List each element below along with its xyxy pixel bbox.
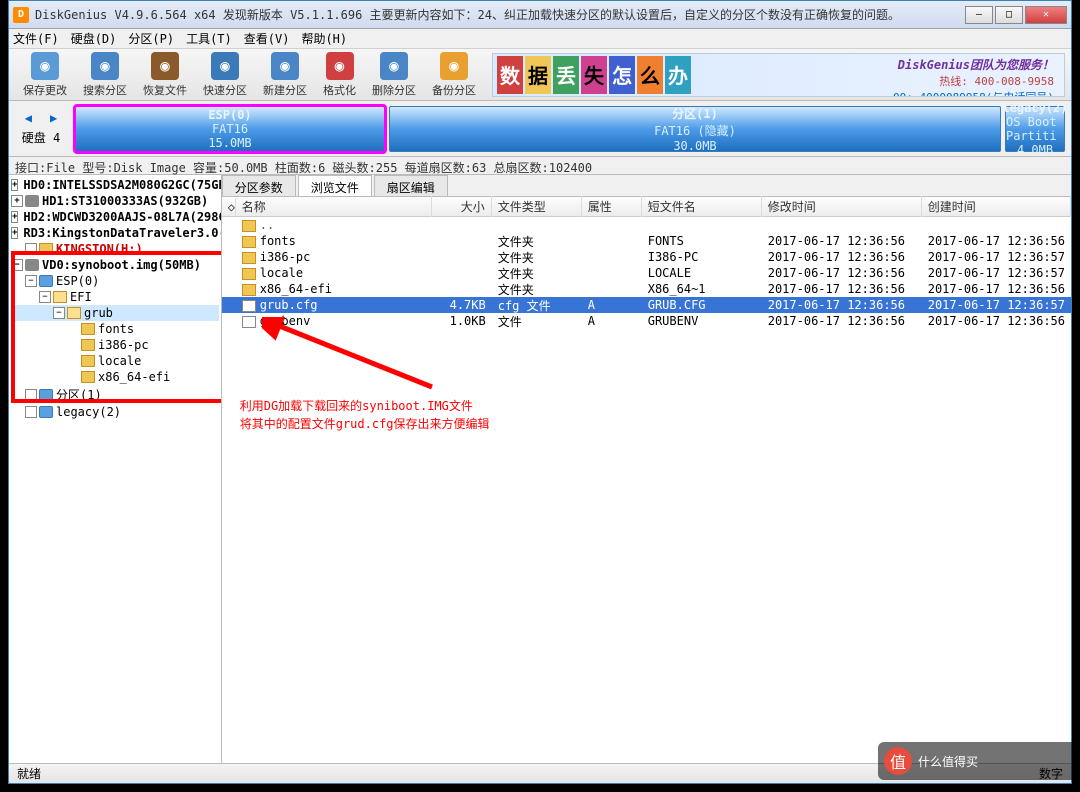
- annotation-text: 利用DG加载下载回来的syniboot.IMG文件 将其中的配置文件grud.c…: [240, 397, 490, 433]
- col-size[interactable]: 大小: [432, 196, 492, 217]
- tree-node[interactable]: +HD0:INTELSSDSA2M080G2GC(75GB): [11, 177, 219, 193]
- col-type[interactable]: 文件类型: [492, 196, 582, 217]
- tree-legacy[interactable]: legacy(2): [11, 404, 219, 420]
- file-row-grub.cfg[interactable]: grub.cfg 4.7KB cfg 文件 A GRUB.CFG 2017-06…: [222, 297, 1071, 313]
- partition-分区(1)[interactable]: 分区(1)FAT16 (隐藏)30.0MB: [389, 106, 1001, 152]
- file-list[interactable]: .. fonts 文件夹 FONTS 2017-06-17 12:36:56 2…: [222, 217, 1071, 771]
- toolbar-保存更改[interactable]: ◉保存更改: [15, 50, 75, 100]
- ad-banner[interactable]: 数据丢失怎么办 DiskGenius团队为您服务！ 热线: 400-008-99…: [492, 53, 1065, 97]
- banner-char: 办: [665, 56, 691, 94]
- banner-slogan: DiskGenius团队为您服务！: [893, 56, 1054, 73]
- banner-phone: 热线: 400-008-9958: [893, 73, 1054, 89]
- toolbar-恢复文件[interactable]: ◉恢复文件: [135, 50, 195, 100]
- col-name[interactable]: 名称: [236, 196, 432, 217]
- banner-char: 据: [525, 56, 551, 94]
- banner-char: 么: [637, 56, 663, 94]
- menu-view[interactable]: 查看(V): [244, 30, 290, 47]
- tab-sector-edit[interactable]: 扇区编辑: [374, 175, 448, 196]
- file-row-i386-pc[interactable]: i386-pc 文件夹 I386-PC 2017-06-17 12:36:56 …: [222, 249, 1071, 265]
- file-row-fonts[interactable]: fonts 文件夹 FONTS 2017-06-17 12:36:56 2017…: [222, 233, 1071, 249]
- partition-legacy(2)[interactable]: legacy(2)OS Boot Partiti4.0MB: [1005, 106, 1065, 152]
- tree-node[interactable]: +HD2:WDCWD3200AAJS-08L7A(298GB): [11, 209, 219, 225]
- menu-tools[interactable]: 工具(T): [186, 30, 232, 47]
- up-folder-row[interactable]: ..: [222, 217, 1071, 233]
- banner-qq: QQ: 4000089958(与电话同号): [893, 89, 1054, 97]
- partition-bar: ◀ ▶ 硬盘 4 ESP(0)FAT1615.0MB分区(1)FAT16 (隐藏…: [9, 101, 1071, 157]
- file-list-header: ◇ 名称 大小 文件类型 属性 短文件名 修改时间 创建时间: [222, 197, 1071, 217]
- menu-file[interactable]: 文件(F): [13, 30, 59, 47]
- toolbar-快速分区[interactable]: ◉快速分区: [195, 50, 255, 100]
- tree-node[interactable]: +RD3:KingstonDataTraveler3.0(29GB: [11, 225, 219, 241]
- tabs: 分区参数 浏览文件 扇区编辑: [222, 175, 1071, 197]
- tree-node[interactable]: +HD1:ST31000333AS(932GB): [11, 193, 219, 209]
- menu-partition[interactable]: 分区(P): [128, 30, 174, 47]
- disk-tree[interactable]: +HD0:INTELSSDSA2M080G2GC(75GB)+HD1:ST310…: [9, 175, 222, 771]
- menubar: 文件(F) 硬盘(D) 分区(P) 工具(T) 查看(V) 帮助(H): [9, 29, 1071, 49]
- col-mtime[interactable]: 修改时间: [762, 196, 922, 217]
- col-short[interactable]: 短文件名: [642, 196, 762, 217]
- annotation-arrow: [262, 317, 462, 397]
- tab-partition-params[interactable]: 分区参数: [222, 175, 296, 196]
- status-left: 就绪: [17, 765, 41, 782]
- app-window: D DiskGenius V4.9.6.564 x64 发现新版本 V5.1.1…: [8, 0, 1072, 784]
- banner-char: 失: [581, 56, 607, 94]
- file-row-grubenv[interactable]: grubenv 1.0KB 文件 A GRUBENV 2017-06-17 12…: [222, 313, 1071, 329]
- disk-info-bar: 接口:File 型号:Disk Image 容量:50.0MB 柱面数:6 磁头…: [9, 157, 1071, 175]
- banner-char: 数: [497, 56, 523, 94]
- right-panel: 分区参数 浏览文件 扇区编辑 ◇ 名称 大小 文件类型 属性 短文件名 修改时间…: [222, 175, 1071, 771]
- toolbar-删除分区[interactable]: ◉删除分区: [364, 50, 424, 100]
- col-attr[interactable]: 属性: [582, 196, 642, 217]
- prev-disk-button[interactable]: ◀: [25, 111, 32, 125]
- minimize-button[interactable]: —: [965, 6, 993, 24]
- banner-char: 丢: [553, 56, 579, 94]
- toolbar-格式化[interactable]: ◉格式化: [315, 50, 364, 100]
- annotation-redbox: [11, 251, 222, 403]
- toolbar: ◉保存更改◉搜索分区◉恢复文件◉快速分区◉新建分区◉格式化◉删除分区◉备份分区 …: [9, 49, 1071, 101]
- toolbar-备份分区[interactable]: ◉备份分区: [424, 50, 484, 100]
- file-row-x86_64-efi[interactable]: x86_64-efi 文件夹 X86_64~1 2017-06-17 12:36…: [222, 281, 1071, 297]
- maximize-button[interactable]: □: [995, 6, 1023, 24]
- col-ctime[interactable]: 创建时间: [922, 196, 1071, 217]
- next-disk-button[interactable]: ▶: [50, 111, 57, 125]
- menu-help[interactable]: 帮助(H): [301, 30, 347, 47]
- disk-label: 硬盘 4: [22, 129, 60, 146]
- close-button[interactable]: ✕: [1025, 6, 1067, 24]
- toolbar-新建分区[interactable]: ◉新建分区: [255, 50, 315, 100]
- toolbar-搜索分区[interactable]: ◉搜索分区: [75, 50, 135, 100]
- menu-disk[interactable]: 硬盘(D): [71, 30, 117, 47]
- window-title: DiskGenius V4.9.6.564 x64 发现新版本 V5.1.1.6…: [35, 6, 965, 23]
- watermark: 什么值得买: [878, 742, 1078, 780]
- tab-browse-files[interactable]: 浏览文件: [298, 175, 372, 196]
- partition-ESP(0)[interactable]: ESP(0)FAT1615.0MB: [75, 106, 385, 152]
- app-icon: D: [13, 7, 29, 23]
- titlebar[interactable]: D DiskGenius V4.9.6.564 x64 发现新版本 V5.1.1…: [9, 1, 1071, 29]
- banner-char: 怎: [609, 56, 635, 94]
- file-row-locale[interactable]: locale 文件夹 LOCALE 2017-06-17 12:36:56 20…: [222, 265, 1071, 281]
